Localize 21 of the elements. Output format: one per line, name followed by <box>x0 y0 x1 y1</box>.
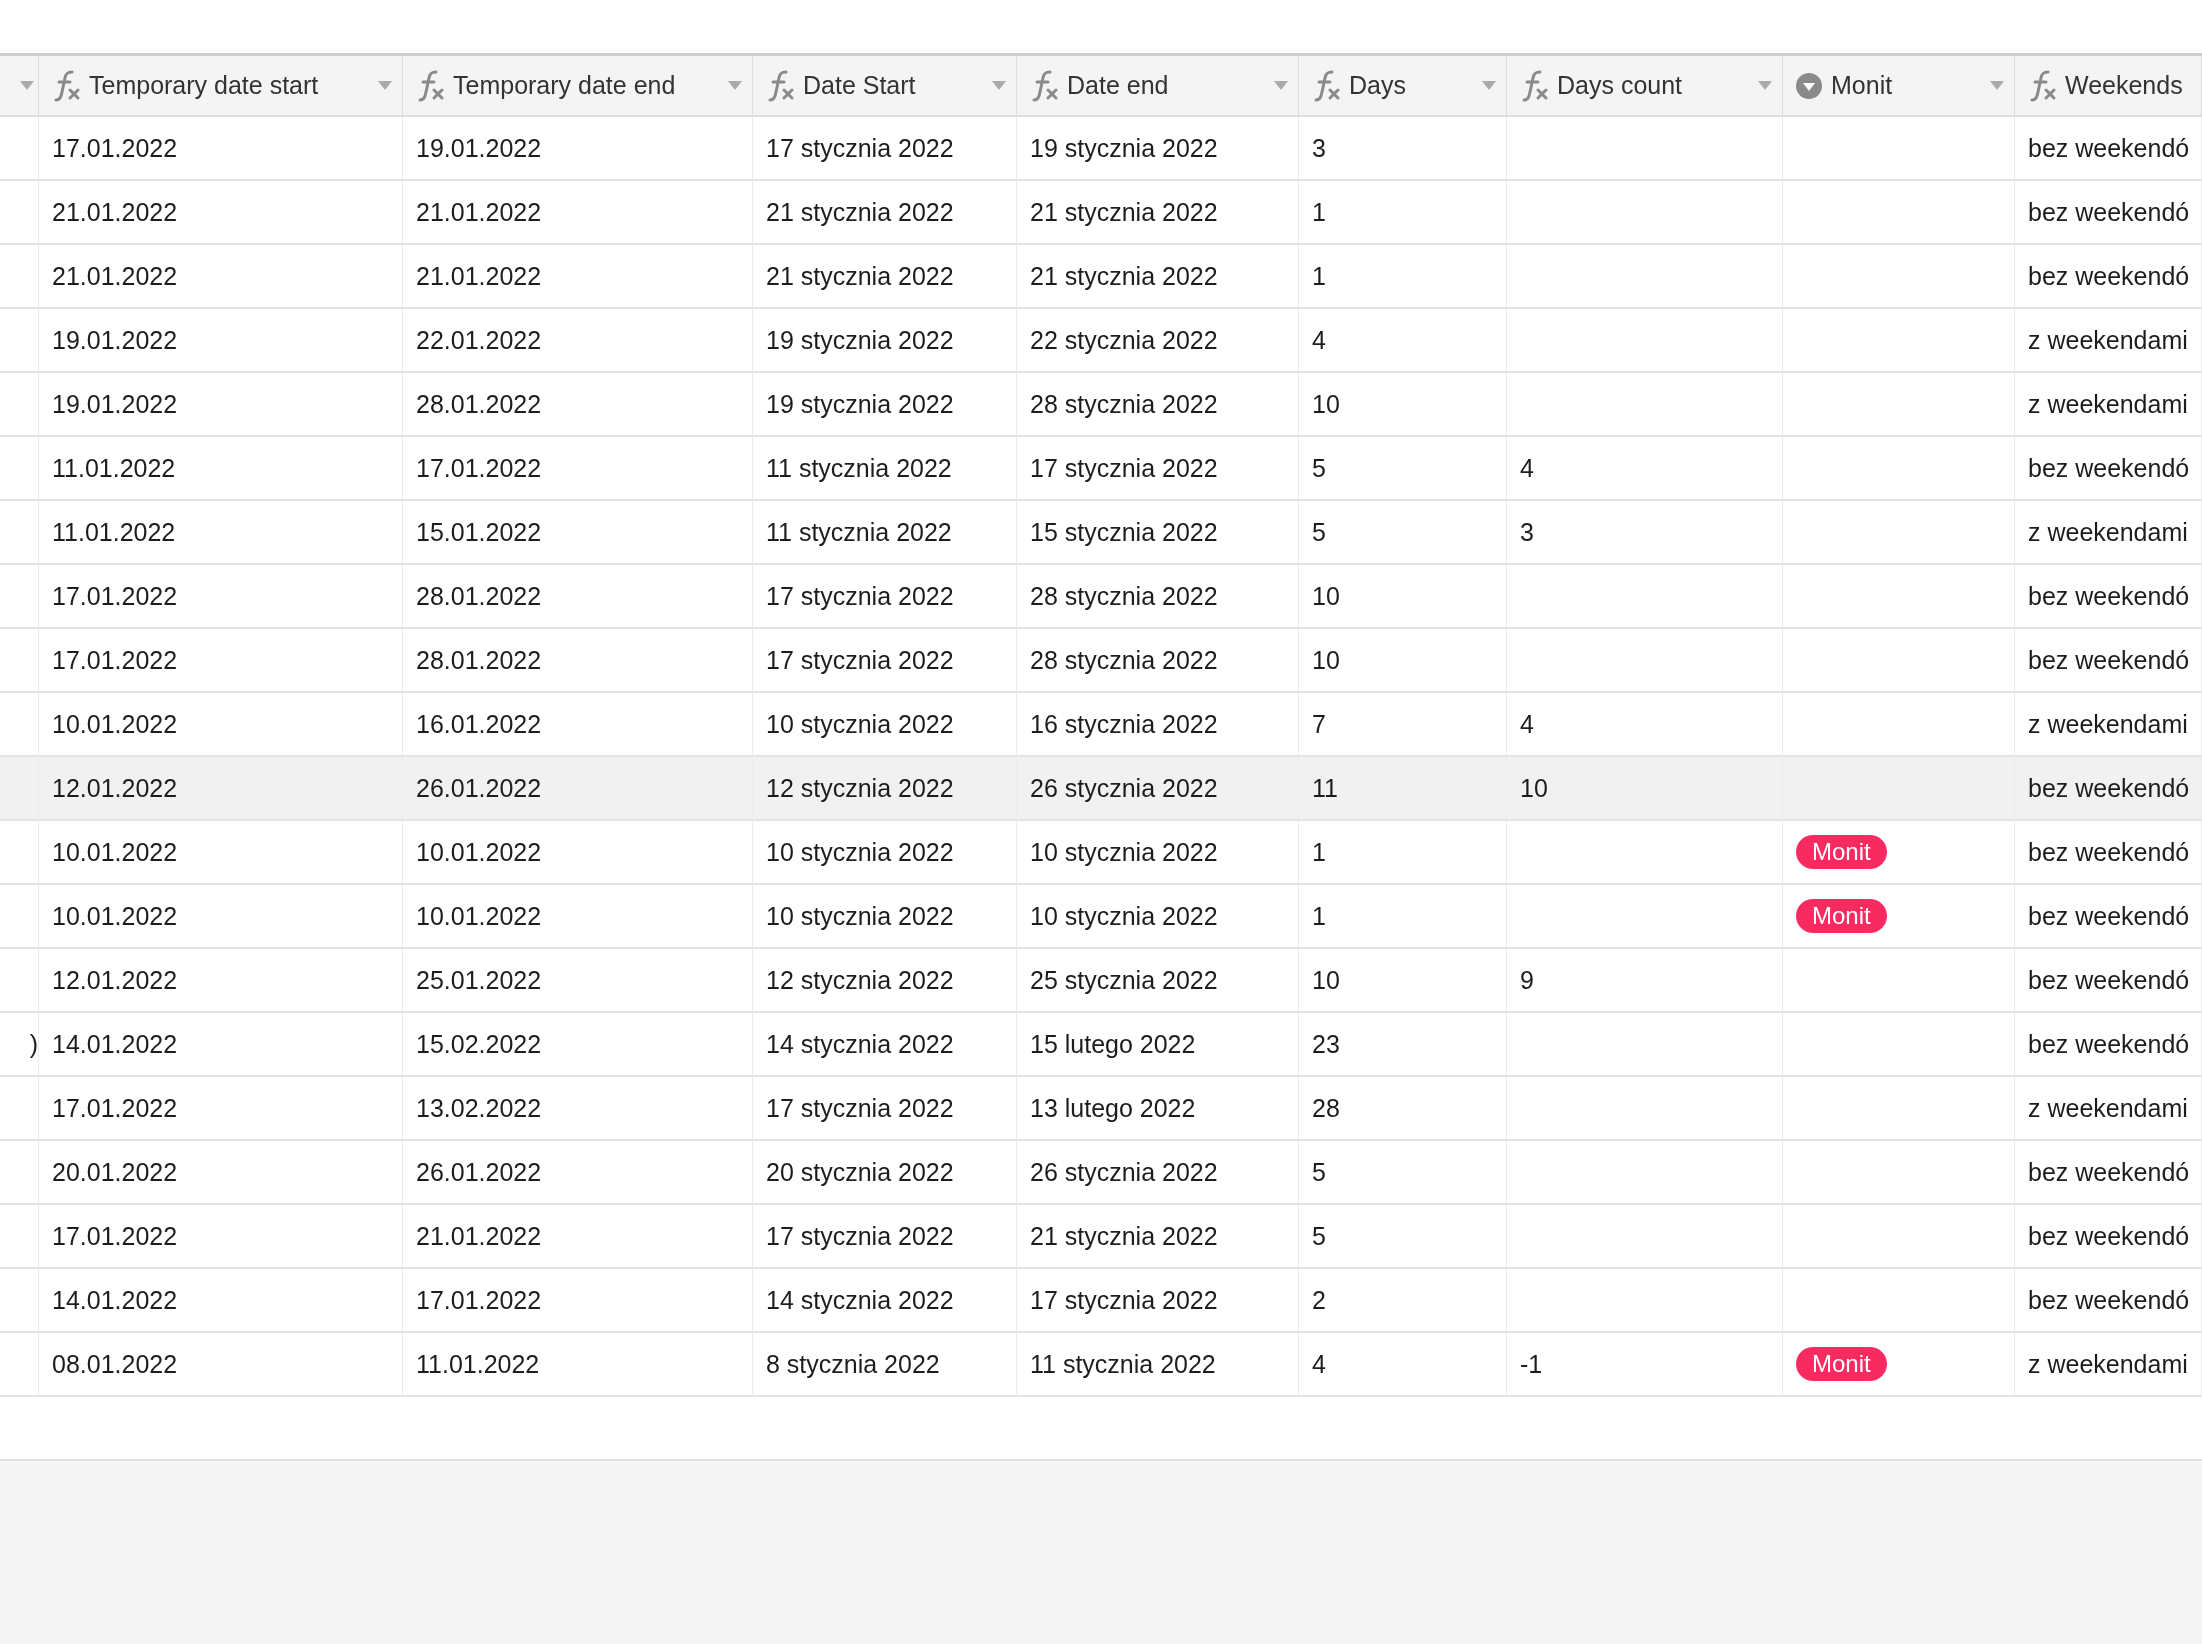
tag: Monit <box>1796 835 1887 869</box>
tag: Monit <box>1796 1347 1887 1381</box>
column-header[interactable]: Date Start <box>753 56 1017 117</box>
column-header[interactable]: Days <box>1299 56 1507 117</box>
dropdown-field-icon <box>1795 71 1823 100</box>
caret-icon[interactable] <box>1274 81 1288 90</box>
caret-icon[interactable] <box>992 81 1006 90</box>
caret-icon[interactable] <box>1758 81 1772 90</box>
column-header[interactable]: Temporary date start <box>39 56 403 117</box>
column-header[interactable]: Monit <box>1783 56 2015 117</box>
caret-icon[interactable] <box>378 81 392 90</box>
column-header[interactable]: Weekends <box>2015 56 2202 117</box>
caret-icon[interactable] <box>1990 81 2004 90</box>
caret-icon[interactable] <box>20 81 34 90</box>
column-header[interactable] <box>0 56 39 117</box>
column-header[interactable]: Date end <box>1017 56 1299 117</box>
tag: Monit <box>1796 899 1887 933</box>
column-header[interactable]: Temporary date end <box>403 56 753 117</box>
caret-icon[interactable] <box>728 81 742 90</box>
column-header[interactable]: Days count <box>1507 56 1783 117</box>
caret-icon[interactable] <box>1482 81 1496 90</box>
